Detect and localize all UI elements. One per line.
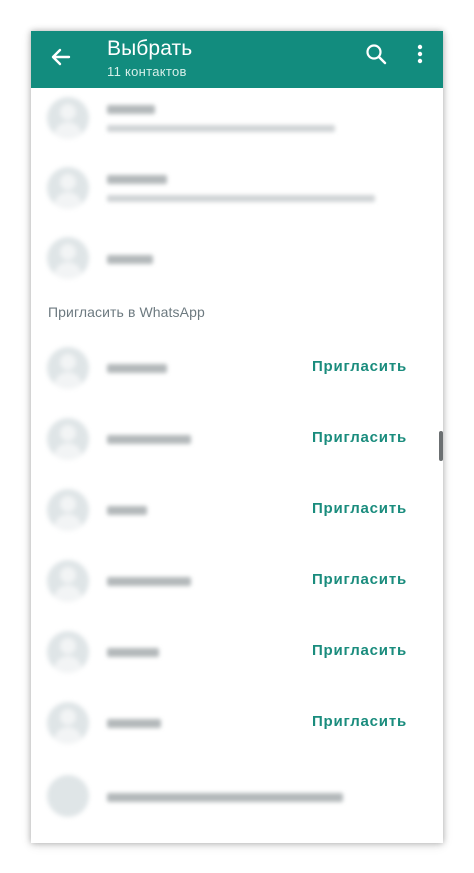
- avatar: [47, 347, 89, 389]
- invite-button[interactable]: Пригласить: [312, 571, 407, 588]
- blurred-contact-name: [107, 506, 147, 515]
- invite-button[interactable]: Пригласить: [312, 642, 407, 659]
- blurred-contact-name: [107, 719, 161, 728]
- avatar: [47, 702, 89, 744]
- scrollbar[interactable]: [439, 431, 443, 461]
- app-window: Выбрать 11 контактов Пригласить в WhatsA…: [31, 31, 443, 843]
- invite-section-header: Пригласить в WhatsApp: [48, 304, 205, 320]
- avatar: [47, 167, 89, 209]
- invite-row[interactable]: Пригласить: [31, 688, 443, 758]
- blurred-contact-status: [107, 125, 335, 132]
- contact-row[interactable]: [31, 153, 443, 223]
- invite-button[interactable]: Пригласить: [312, 429, 407, 446]
- blurred-contact-name: [107, 435, 191, 444]
- app-bar: Выбрать 11 контактов: [31, 31, 443, 88]
- blurred-contact-name: [107, 105, 155, 114]
- invite-row[interactable]: Пригласить: [31, 404, 443, 474]
- invite-row[interactable]: Пригласить: [31, 333, 443, 403]
- avatar: [47, 560, 89, 602]
- contact-row[interactable]: [31, 223, 443, 293]
- blurred-contact-status: [107, 195, 375, 202]
- contact-row[interactable]: [31, 83, 443, 153]
- back-arrow-icon[interactable]: [45, 41, 77, 73]
- contact-count: 11 контактов: [107, 64, 187, 79]
- avatar: [47, 237, 89, 279]
- invite-button[interactable]: Пригласить: [312, 500, 407, 517]
- share-icon: [47, 775, 89, 817]
- invite-row[interactable]: Пригласить: [31, 475, 443, 545]
- blurred-contact-name: [107, 648, 159, 657]
- blurred-share-label[interactable]: [107, 793, 343, 802]
- blurred-contact-name: [107, 577, 191, 586]
- avatar: [47, 97, 89, 139]
- invite-row[interactable]: Пригласить: [31, 617, 443, 687]
- avatar: [47, 489, 89, 531]
- avatar: [47, 418, 89, 460]
- title-block: Выбрать 11 контактов: [107, 35, 192, 81]
- invite-button[interactable]: Пригласить: [312, 358, 407, 375]
- avatar: [47, 631, 89, 673]
- invite-row[interactable]: Пригласить: [31, 546, 443, 616]
- page-title: Выбрать: [107, 37, 193, 60]
- blurred-contact-name: [107, 255, 153, 264]
- more-vert-icon[interactable]: [413, 41, 427, 67]
- invite-button[interactable]: Пригласить: [312, 713, 407, 730]
- blurred-contact-name: [107, 175, 167, 184]
- blurred-contact-name: [107, 364, 167, 373]
- search-icon[interactable]: [363, 41, 389, 67]
